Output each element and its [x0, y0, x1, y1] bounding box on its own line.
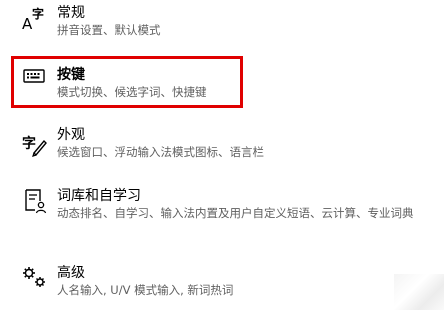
svg-text:字: 字: [32, 6, 44, 21]
watermark-blur: [394, 274, 444, 310]
book-user-icon: [19, 185, 49, 215]
menu-item-description: 模式切换、候选字词、快捷键: [57, 85, 207, 99]
svg-text:字: 字: [22, 135, 36, 152]
pen-character-icon: 字: [19, 127, 49, 157]
menu-item-description: 人名输入, U/V 模式输入, 新词热词: [57, 283, 234, 297]
keyboard-icon: [19, 61, 49, 91]
menu-item-title: 按键: [57, 67, 85, 83]
menu-item-appearance[interactable]: 字 外观 候选窗口、浮动输入法模式图标、语言栏: [0, 120, 444, 166]
font-size-icon: A 字: [19, 4, 49, 34]
menu-item-title: 常规: [57, 5, 85, 21]
menu-item-description: 拼音设置、默认模式: [57, 23, 161, 37]
menu-item-keys[interactable]: 按键 模式切换、候选字词、快捷键: [0, 58, 444, 108]
gears-icon: [19, 262, 49, 292]
menu-item-title: 外观: [57, 127, 85, 143]
menu-item-title: 高级: [57, 265, 85, 281]
menu-item-lexicon[interactable]: 词库和自学习 动态排名、自学习、输入法内置及用户自定义短语、云计算、专业词典: [0, 182, 444, 242]
menu-item-title: 词库和自学习: [57, 188, 141, 204]
menu-item-description: 动态排名、自学习、输入法内置及用户自定义短语、云计算、专业词典: [57, 206, 414, 220]
menu-item-advanced[interactable]: 高级 人名输入, U/V 模式输入, 新词热词: [0, 262, 444, 308]
menu-item-description: 候选窗口、浮动输入法模式图标、语言栏: [57, 145, 264, 159]
menu-item-general[interactable]: A 字 常规 拼音设置、默认模式: [0, 0, 444, 46]
